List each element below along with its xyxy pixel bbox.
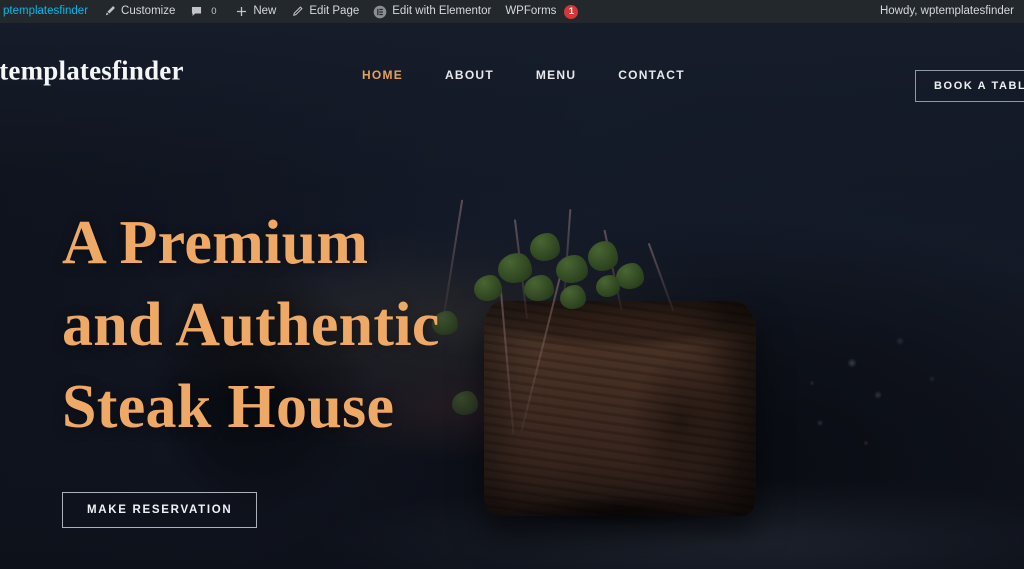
comment-bubble-icon xyxy=(189,5,203,19)
garnish-leaf xyxy=(560,285,586,309)
plus-icon xyxy=(234,5,248,19)
page-viewport: ptemplatesfinder HOME ABOUT MENU CONTACT… xyxy=(0,23,1024,569)
nav-link-home[interactable]: HOME xyxy=(360,63,405,87)
admin-bar-left-group: ptemplatesfinder Customize 0 New Edit Pa… xyxy=(0,0,585,23)
admin-bar-wpforms[interactable]: WPForms 1 xyxy=(498,0,585,23)
admin-bar-new-label: New xyxy=(253,5,277,17)
site-header: ptemplatesfinder HOME ABOUT MENU CONTACT… xyxy=(0,23,1024,102)
admin-bar-site-name[interactable]: ptemplatesfinder xyxy=(0,0,95,23)
wp-admin-bar: ptemplatesfinder Customize 0 New Edit Pa… xyxy=(0,0,1024,23)
admin-bar-new[interactable]: New xyxy=(227,0,283,23)
garnish-leaf xyxy=(524,275,554,301)
admin-bar-edit-page[interactable]: Edit Page xyxy=(283,0,366,23)
make-reservation-button[interactable]: MAKE RESERVATION xyxy=(62,492,258,529)
admin-bar-site-name-label: ptemplatesfinder xyxy=(3,5,89,17)
book-a-table-button[interactable]: BOOK A TABLE xyxy=(915,70,1024,102)
admin-bar-elementor-label: Edit with Elementor xyxy=(392,5,492,17)
garnish-leaf xyxy=(596,275,620,297)
hero-content: A Premium and Authentic Steak House MAKE… xyxy=(62,203,440,529)
admin-bar-comments[interactable]: 0 xyxy=(182,0,227,23)
site-logo[interactable]: ptemplatesfinder xyxy=(0,56,184,87)
hero-heading: A Premium and Authentic Steak House xyxy=(62,209,440,441)
admin-bar-my-account[interactable]: Howdy, wptemplatesfinder xyxy=(873,0,1021,23)
garnish-leaf xyxy=(556,255,588,283)
primary-navigation: HOME ABOUT MENU CONTACT xyxy=(360,63,687,87)
garnish-leaf xyxy=(530,233,560,261)
garnish-leaf xyxy=(498,253,532,283)
garnish-stem xyxy=(442,199,464,317)
admin-bar-customize[interactable]: Customize xyxy=(95,0,182,23)
admin-bar-edit-page-label: Edit Page xyxy=(309,5,360,17)
comments-count: 0 xyxy=(211,5,217,17)
admin-bar-wpforms-label: WPForms xyxy=(505,5,557,17)
garnish-leaf xyxy=(588,241,618,271)
paintbrush-icon xyxy=(102,5,116,19)
admin-bar-edit-with-elementor[interactable]: Edit with Elementor xyxy=(366,0,498,23)
garnish-leaf xyxy=(474,275,502,301)
elementor-circle-e-icon xyxy=(373,5,387,19)
admin-bar-customize-label: Customize xyxy=(121,5,176,17)
nav-link-menu[interactable]: MENU xyxy=(534,63,578,87)
steak-photo-subject xyxy=(474,301,768,532)
wpforms-notification-badge: 1 xyxy=(564,4,579,19)
garnish-leaf xyxy=(452,391,478,415)
nav-link-about[interactable]: ABOUT xyxy=(443,63,496,87)
admin-bar-right-group: Howdy, wptemplatesfinder xyxy=(873,0,1024,23)
comments-group: 0 xyxy=(189,5,220,19)
howdy-label: Howdy, wptemplatesfinder xyxy=(879,5,1014,17)
nav-link-contact[interactable]: CONTACT xyxy=(616,63,687,87)
pencil-icon xyxy=(290,5,304,19)
garnish-leaf xyxy=(616,263,644,289)
